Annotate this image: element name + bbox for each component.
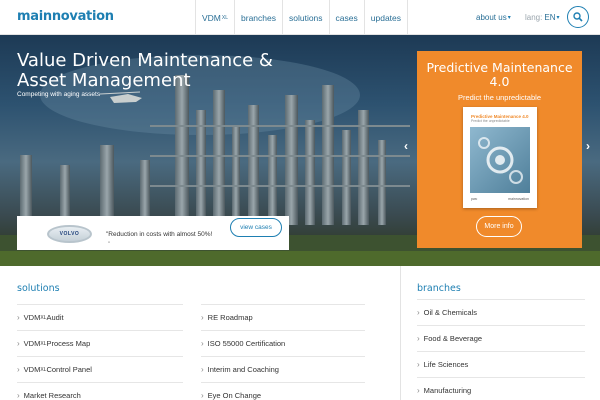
testimonial-quote: "Reduction in costs with almost 50%! (106, 231, 213, 238)
hero-title: Value Driven Maintenance & Asset Managem… (17, 50, 273, 91)
solution-link[interactable]: › Interim and Coaching (201, 356, 365, 382)
search-button[interactable] (567, 6, 589, 28)
nav-label: solutions (288, 12, 323, 23)
solution-label: RE Roadmap (207, 313, 253, 322)
nav-label: updates (370, 12, 402, 23)
branches-heading: branches (417, 283, 461, 294)
content-section: solutions › VDM XL Audit › VDM XL Process … (0, 266, 600, 400)
nav-label: branches (241, 12, 276, 23)
solution-label-suffix: Audit (46, 313, 64, 322)
chevron-left-icon[interactable]: ‹ (404, 139, 408, 153)
nav-item-vdm[interactable]: VDM XL (195, 0, 234, 35)
book-footer: pwc mainnovation (471, 197, 529, 201)
solution-label: Market Research (23, 391, 81, 400)
caret-down-icon: ▾ (507, 15, 511, 21)
promo-title: Predictive Maintenance 4.0 (426, 60, 573, 89)
chevron-right-icon: › (417, 308, 420, 317)
nav-label: cases (335, 12, 358, 23)
nav-item-updates[interactable]: updates (363, 0, 409, 35)
pwc-logo: pwc (471, 197, 478, 201)
nav-item-cases[interactable]: cases (328, 0, 364, 35)
lang-label: lang: (525, 13, 543, 22)
solution-link[interactable]: › Market Research (17, 382, 183, 400)
branch-label: Manufacturing (423, 386, 472, 395)
more-info-button[interactable]: More info (476, 216, 522, 237)
solution-link[interactable]: › VDM XL Process Map (17, 330, 183, 356)
branch-label: Food & Beverage (423, 334, 483, 343)
branch-link[interactable]: › Life Sciences (417, 351, 585, 377)
book-cover[interactable]: Predictive Maintenance 4.0 Predict the u… (463, 107, 537, 208)
mainnovation-small-logo: mainnovation (508, 197, 529, 201)
about-us-label: about us (476, 13, 507, 22)
chevron-right-icon: › (201, 313, 204, 322)
nav-item-branches[interactable]: branches (234, 0, 282, 35)
chevron-right-icon: › (417, 386, 420, 395)
chevron-right-icon: › (417, 334, 420, 343)
chevron-right-icon: › (17, 391, 20, 400)
mainnovation-logo[interactable]: mainnovation (17, 9, 114, 24)
promo-card: Predictive Maintenance 4.0 Predict the u… (417, 51, 582, 248)
solution-link[interactable]: › RE Roadmap (201, 304, 365, 330)
chevron-right-icon: › (17, 365, 20, 374)
chevron-right-icon: › (17, 339, 20, 348)
nav-label: VDM (202, 12, 221, 23)
promo-subtitle: Predict the unpredictable (458, 93, 541, 102)
caret-down-icon: ▾ (556, 15, 560, 21)
solution-label: VDM (23, 339, 41, 348)
solution-label-suffix: Control Panel (46, 365, 92, 374)
solutions-heading: solutions (17, 283, 60, 294)
solution-link[interactable]: › VDM XL Audit (17, 304, 183, 330)
book-subtitle: Predict the unpredictable (471, 119, 510, 123)
branch-label: Oil & Chemicals (423, 308, 478, 317)
nav-item-solutions[interactable]: solutions (281, 0, 329, 35)
volvo-logo-text: VOLVO (59, 231, 80, 237)
main-nav: VDM XL branches solutions cases updates (195, 0, 409, 35)
solution-label: ISO 55000 Certification (207, 339, 286, 348)
branch-link[interactable]: › Food & Beverage (417, 325, 585, 351)
view-cases-button[interactable]: view cases (230, 218, 282, 237)
testimonial-card: VOLVO "Reduction in costs with almost 50… (17, 216, 289, 250)
language-selector[interactable]: lang: EN ▾ (525, 0, 560, 35)
search-icon (573, 12, 583, 22)
chevron-right-icon: › (201, 365, 204, 374)
chevron-right-icon: › (17, 313, 20, 322)
testimonial-quote-mark: " (108, 242, 111, 248)
solution-link[interactable]: › ISO 55000 Certification (201, 330, 365, 356)
solution-link[interactable]: › VDM XL Control Panel (17, 356, 183, 382)
solution-label: Interim and Coaching (207, 365, 279, 374)
site-header: mainnovation VDM XL branches solutions ca… (0, 0, 600, 35)
solution-label: VDM (23, 365, 41, 374)
nav-sup: XL (221, 14, 229, 21)
gear-icon (478, 137, 523, 184)
hero-banner: Value Driven Maintenance & Asset Managem… (0, 35, 600, 266)
branch-label: Life Sciences (423, 360, 469, 369)
chevron-right-icon[interactable]: › (586, 139, 590, 153)
solution-link[interactable]: › Eye On Change (201, 382, 365, 400)
chevron-right-icon: › (201, 391, 204, 400)
branch-link[interactable]: › Oil & Chemicals (417, 299, 585, 325)
solution-label: Eye On Change (207, 391, 262, 400)
branches-panel: branches › Oil & Chemicals › Food & Beve… (400, 266, 600, 400)
lang-value: EN (544, 13, 556, 22)
solution-label-suffix: Process Map (46, 339, 91, 348)
chevron-right-icon: › (417, 360, 420, 369)
about-us-menu[interactable]: about us ▾ (476, 0, 511, 35)
book-cover-image (470, 127, 530, 193)
chevron-right-icon: › (201, 339, 204, 348)
hero-subtitle: Competing with aging assets (17, 91, 101, 98)
solution-label: VDM (23, 313, 41, 322)
branch-link[interactable]: › Manufacturing (417, 377, 585, 400)
volvo-logo: VOLVO (47, 225, 92, 243)
